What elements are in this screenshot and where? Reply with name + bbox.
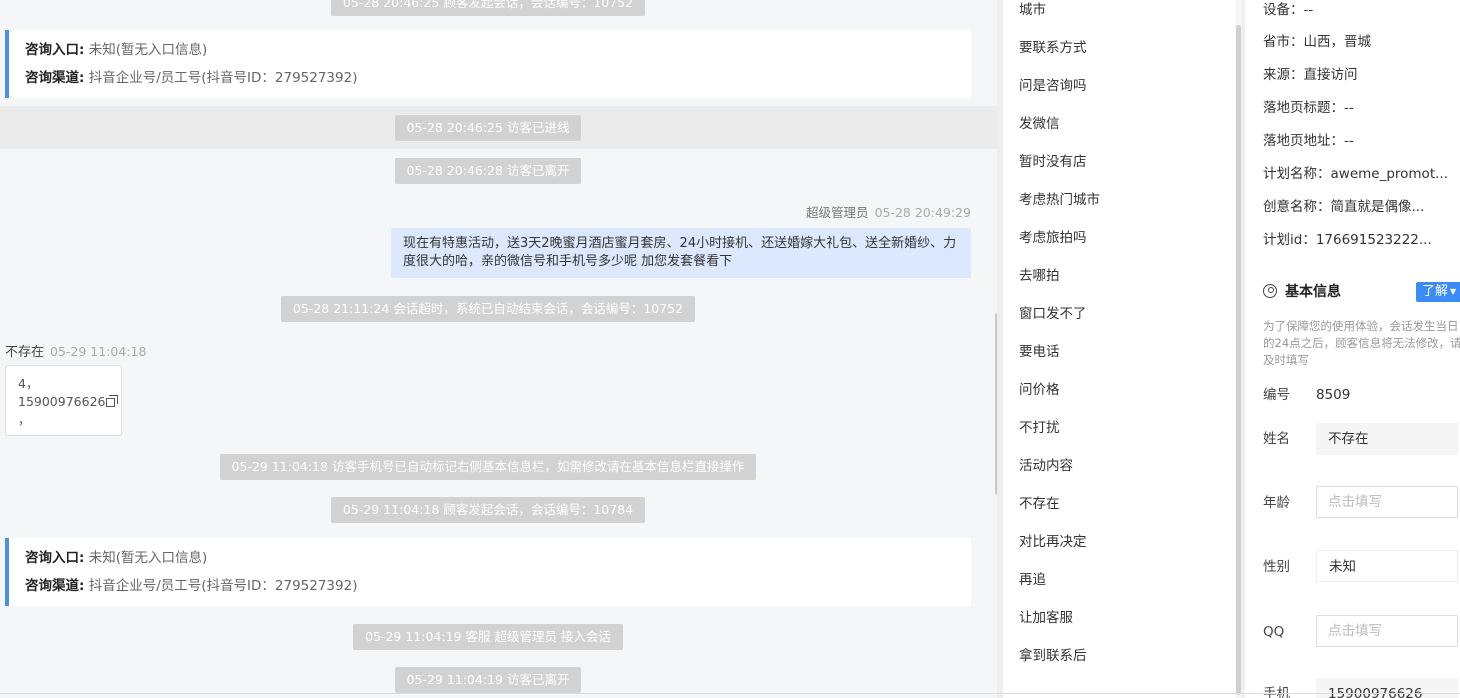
agent-message-time: 05-28 20:49:29 [874,205,971,220]
quick-reply-item[interactable]: 不存在 [1019,494,1060,514]
gender-label: 性别 [1263,559,1290,575]
quick-reply-item[interactable]: 不打扰 [1019,418,1060,438]
system-message: 05-28 21:11:24 会话超时，系统已自动结束会话，会话编号：10752 [0,296,976,322]
entrance-label: 咨询入口: [25,550,85,566]
customer-info-panel: 设备：-- 省市：山西，晋城 来源：直接访问 落地页标题：-- 落地页地址：--… [1245,0,1460,698]
channel-label: 咨询渠道: [25,578,85,594]
landing-url-info: 落地页地址：-- [1263,133,1354,149]
phone-field[interactable]: 15900976626 [1316,678,1458,698]
id-label: 编号 [1263,387,1290,403]
agent-message-meta: 超级管理员 05-28 20:49:29 [0,202,971,221]
gender-select[interactable]: 未知 [1316,550,1458,582]
system-message: 05-29 11:04:18 访客手机号已自动标记右侧基本信息栏，如需修改请在基… [0,454,976,480]
source-info: 来源：直接访问 [1263,67,1358,83]
copy-icon[interactable] [106,395,119,407]
caret-down-icon: ▼ [1450,287,1457,296]
quick-reply-item[interactable]: 考虑热门城市 [1019,190,1100,210]
id-value: 8509 [1316,387,1351,403]
channel-label: 咨询渠道: [25,70,85,86]
quick-reply-item[interactable]: 要电话 [1019,342,1060,362]
age-label: 年龄 [1263,495,1290,511]
plan-name-info: 计划名称：aweme_promot... [1263,166,1448,182]
user-circle-icon [1263,284,1277,298]
quick-reply-item[interactable]: 拿到联系后 [1019,646,1087,666]
quick-reply-item[interactable]: 对比再决定 [1019,532,1087,552]
quick-reply-item[interactable]: 问价格 [1019,380,1060,400]
quick-reply-item[interactable]: 问是咨询吗 [1019,76,1087,96]
qq-input[interactable] [1316,615,1458,647]
chat-panel[interactable]: 05-28 20:46:25 顾客发起会话，会话编号：10752 咨询入口: 未… [0,0,997,698]
agent-message-bubble: 现在有特惠活动，送3天2晚蜜月酒店蜜月套房、24小时接机、还送婚嫁大礼包、送全新… [391,228,971,278]
visitor-name: 不存在 [5,345,45,360]
qq-label: QQ [1263,624,1285,640]
quick-reply-item[interactable]: 去哪拍 [1019,266,1060,286]
quick-reply-item[interactable]: 发微信 [1019,114,1060,134]
system-message: 05-29 11:04:18 顾客发起会话，会话编号：10784 [0,497,976,523]
quick-reply-item[interactable]: 考虑旅拍吗 [1019,228,1087,248]
quick-reply-item[interactable]: 暂时没有店 [1019,152,1087,172]
landing-title-info: 落地页标题：-- [1263,100,1354,116]
channel-value: 抖音企业号/员工号(抖音号ID：279527392) [88,70,358,86]
agent-name: 超级管理员 [806,205,869,220]
visitor-message-time: 05-29 11:04:18 [50,344,147,359]
entrance-value: 未知(暂无入口信息) [88,550,208,566]
quick-reply-item[interactable]: 城市 [1019,0,1046,20]
name-field[interactable]: 不存在 [1316,423,1458,455]
system-message: 05-28 20:46:25 顾客发起会话，会话编号：10752 [0,0,976,16]
quick-reply-item[interactable]: 活动内容 [1019,456,1073,476]
edit-notice: 为了保障您的使用体验，会话发生当日 的24点之后，顾客信息将无法修改，请 及时填… [1263,319,1460,367]
province-city-info: 省市：山西，晋城 [1263,34,1371,50]
learn-more-button[interactable]: 了解 ▼ [1416,282,1460,302]
quick-reply-list: 城市 要联系方式 问是咨询吗 发微信 暂时没有店 考虑热门城市 考虑旅拍吗 去哪… [1003,0,1235,698]
entrance-label: 咨询入口: [25,42,85,58]
system-message: 05-29 11:04:19 客服 超级管理员 接入会话 [0,624,976,650]
creative-name-info: 创意名称：简直就是偶像... [1263,199,1425,215]
window-bottom-border [0,693,1460,694]
visitor-message-meta: 不存在 05-29 11:04:18 [5,341,146,360]
system-message: 05-28 20:46:25 访客已进线 [0,115,976,141]
system-message: 05-28 20:46:28 访客已离开 [0,158,976,184]
visitor-message-bubble: 4， 15900976626 ， [5,365,122,436]
visitor-phone-text: 15900976626 [18,394,106,409]
consult-entry-card: 咨询入口: 未知(暂无入口信息) 咨询渠道: 抖音企业号/员工号(抖音号ID：2… [5,538,971,606]
system-message: 05-29 11:04:19 访客已离开 [0,667,976,693]
plan-id-info: 计划id：176691523222... [1263,232,1432,248]
age-input[interactable] [1316,486,1458,518]
device-info: 设备：-- [1263,2,1314,18]
quick-reply-item[interactable]: 再追 [1019,570,1046,590]
channel-value: 抖音企业号/员工号(抖音号ID：279527392) [88,578,358,594]
phone-label: 手机 [1263,686,1290,698]
entrance-value: 未知(暂无入口信息) [88,42,208,58]
quick-reply-item[interactable]: 要联系方式 [1019,38,1087,58]
consult-entry-card: 咨询入口: 未知(暂无入口信息) 咨询渠道: 抖音企业号/员工号(抖音号ID：2… [5,30,971,98]
quick-reply-item[interactable]: 让加客服 [1019,608,1073,628]
quick-reply-item[interactable]: 窗口发不了 [1019,304,1087,324]
name-label: 姓名 [1263,431,1290,447]
basic-info-title: 基本信息 [1263,282,1341,302]
